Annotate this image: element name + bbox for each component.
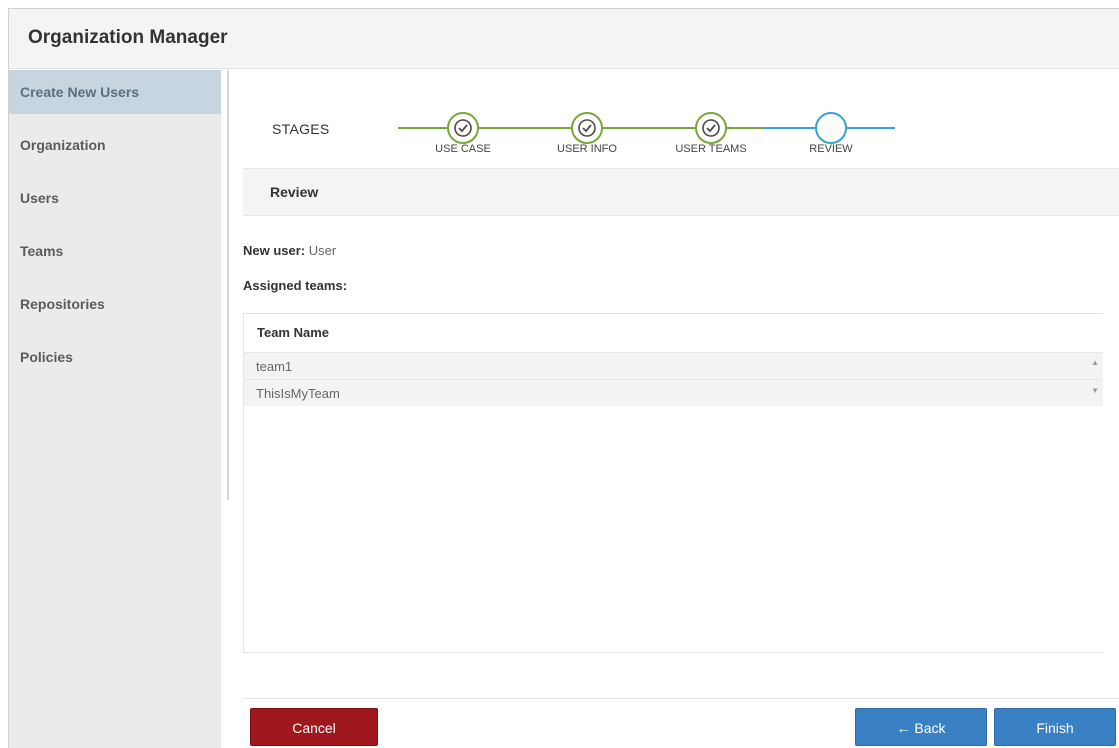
stage-label-review: REVIEW [809,143,853,155]
stages-track [398,112,895,144]
sidebar-item-create-new-users[interactable]: Create New Users [9,70,221,114]
app-title: Organization Manager [28,27,228,48]
check-circle-icon [571,112,603,144]
footer-divider [243,698,1119,699]
sidebar-item-organization[interactable]: Organization [9,123,221,167]
sidebar: Create New Users Organization Users Team… [9,70,221,748]
stage-label-user-teams: USER TEAMS [675,143,747,155]
title-bar: Organization Manager [9,9,1119,69]
cancel-button[interactable]: Cancel [250,708,378,746]
review-section-header: Review [243,168,1119,216]
check-circle-icon [447,112,479,144]
review-heading: Review [270,184,319,200]
finish-button[interactable]: Finish [994,708,1116,746]
sidebar-item-users[interactable]: Users [9,176,221,220]
sidebar-item-policies[interactable]: Policies [9,335,221,379]
main-panel: STAGES USE CASE USER INFO USER TEAMS REV… [243,70,1119,748]
assigned-teams-table: Team Name team1 ThisIsMyTeam ▲ ▼ [243,313,1103,653]
sidebar-item-teams[interactable]: Teams [9,229,221,273]
current-step-circle-icon [815,112,847,144]
scroll-up-icon[interactable]: ▲ [1091,358,1099,367]
check-circle-icon [695,112,727,144]
table-row[interactable]: ThisIsMyTeam [244,379,1103,406]
sidebar-item-repositories[interactable]: Repositories [9,282,221,326]
back-button[interactable]: ← Back [855,708,987,746]
new-user-value: User [308,243,337,258]
stage-label-user-info: USER INFO [557,143,617,155]
table-header-team-name: Team Name [257,325,330,340]
new-user-line: New user: User [243,243,336,258]
table-row[interactable]: team1 [244,352,1103,379]
assigned-teams-label: Assigned teams: [243,278,348,293]
scroll-down-icon[interactable]: ▼ [1091,386,1099,395]
panel-splitter[interactable] [227,70,229,500]
stages-progress: STAGES USE CASE USER INFO USER TEAMS REV… [243,70,943,170]
stage-label-use-case: USE CASE [435,143,491,155]
new-user-label: New user: [243,243,306,258]
organization-manager-window: Organization Manager Create New Users Or… [8,8,1119,748]
